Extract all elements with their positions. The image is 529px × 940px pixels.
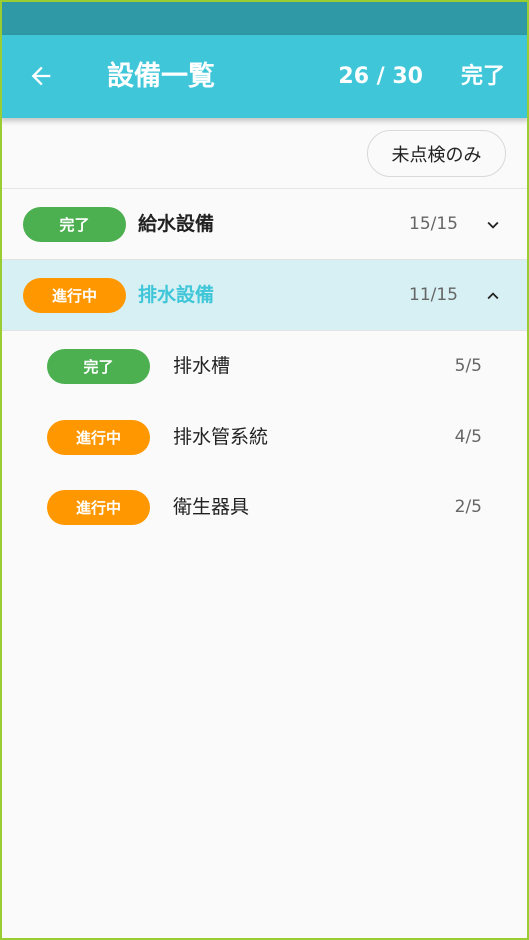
category-count: 11/15 bbox=[409, 285, 458, 305]
back-button[interactable] bbox=[22, 57, 60, 95]
category-name: 排水設備 bbox=[138, 284, 215, 306]
item-name: 排水槽 bbox=[173, 355, 231, 377]
status-badge: 完了 bbox=[47, 349, 150, 384]
chevron-up-icon[interactable] bbox=[481, 284, 505, 308]
status-badge: 進行中 bbox=[47, 490, 150, 525]
status-badge: 完了 bbox=[23, 207, 126, 242]
list-item[interactable]: 完了 排水槽 5/5 bbox=[0, 331, 529, 402]
category-row-water-supply[interactable]: 完了 給水設備 15/15 bbox=[0, 189, 529, 260]
item-count: 4/5 bbox=[454, 427, 482, 447]
category-row-drainage[interactable]: 進行中 排水設備 11/15 bbox=[0, 260, 529, 331]
status-badge: 進行中 bbox=[23, 278, 126, 313]
category-count: 15/15 bbox=[409, 214, 458, 234]
filter-row: 未点検のみ bbox=[0, 118, 529, 189]
item-name: 排水管系統 bbox=[173, 426, 269, 448]
app-bar: 設備一覧 26 / 30 完了 bbox=[0, 35, 529, 118]
chevron-down-icon[interactable] bbox=[481, 213, 505, 237]
list-item[interactable]: 進行中 衛生器具 2/5 bbox=[0, 472, 529, 543]
category-name: 給水設備 bbox=[138, 213, 215, 235]
uninspected-only-filter-button[interactable]: 未点検のみ bbox=[367, 130, 506, 177]
status-bar bbox=[0, 0, 529, 35]
done-button[interactable]: 完了 bbox=[461, 57, 505, 97]
arrow-left-icon bbox=[31, 66, 51, 86]
progress-counter: 26 / 30 bbox=[338, 64, 423, 89]
item-count: 5/5 bbox=[454, 356, 482, 376]
page-title: 設備一覧 bbox=[107, 61, 215, 92]
list-item[interactable]: 進行中 排水管系統 4/5 bbox=[0, 402, 529, 473]
item-count: 2/5 bbox=[454, 497, 482, 517]
status-badge: 進行中 bbox=[47, 420, 150, 455]
item-name: 衛生器具 bbox=[173, 496, 250, 518]
